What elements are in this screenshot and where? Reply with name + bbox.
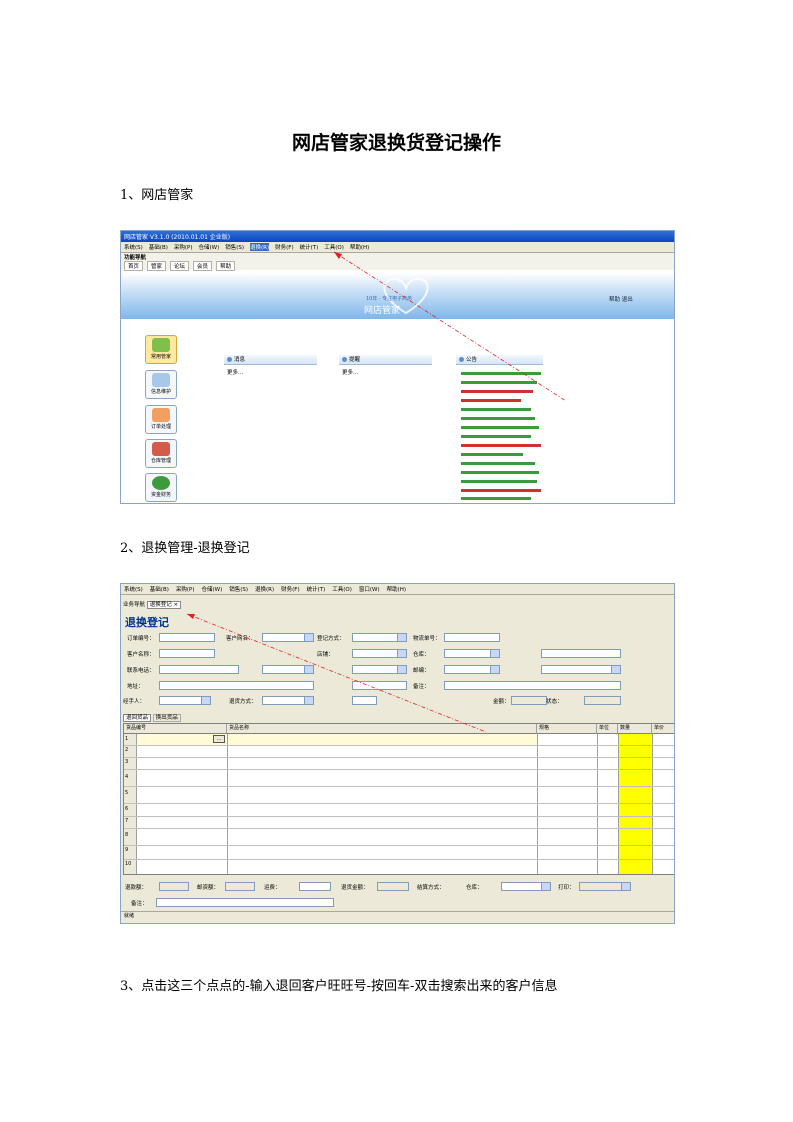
step-3-text: 3、点击这三个点点的-输入退回客户旺旺号-按回车-双击搜索出来的客户信息 [120,979,558,994]
screenshot-return-register: 系统(S) 基础(B) 采购(P) 仓储(W) 销售(S) 退换(R) 财务(F… [120,583,675,924]
document-title: 网店管家退换货登记操作 [291,132,501,154]
annotation-arrow-2 [186,613,487,733]
screenshot-main-window: 网店管家 V3.1.0 (2010.01.01 企业版) 系统(S) 基础(B)… [120,230,675,504]
step-1-text: 1、网店管家 [120,188,194,203]
annotation-arrow-1 [333,251,567,402]
step-2-text: 2、退换管理-退换登记 [120,541,250,556]
